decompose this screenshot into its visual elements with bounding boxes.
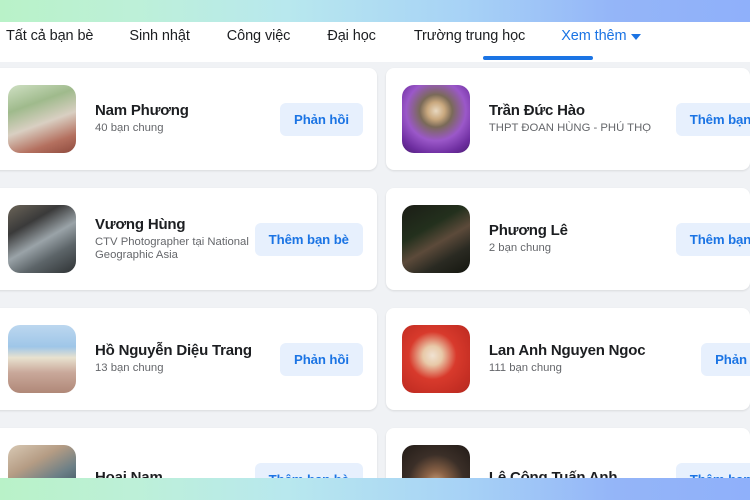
avatar[interactable] (8, 325, 76, 393)
tab-label: Công việc (226, 28, 291, 44)
respond-button[interactable]: Phản hồi (280, 342, 363, 376)
friend-card[interactable]: Vương Hùng CTV Photographer tại National… (0, 188, 377, 290)
friend-info: Trần Đức Hào THPT ĐOAN HÙNG - PHÚ THỌ (489, 102, 676, 136)
tab-label: Đại học (327, 28, 376, 44)
friend-info: Phương Lê 2 bạn chung (489, 222, 676, 256)
friend-card[interactable]: Nam Phương 40 bạn chung Phản hồi (0, 68, 377, 170)
friend-info: Nam Phương 40 bạn chung (95, 102, 280, 136)
avatar-image (401, 325, 470, 393)
action-slot: Phản hồi (280, 102, 363, 136)
add-friend-button[interactable]: Thêm bạn bè (254, 222, 363, 256)
suggestion-row: Hồ Nguyễn Diệu Trang 13 bạn chung Phản h… (0, 308, 750, 428)
friend-name: Lan Anh Nguyen Ngoc (488, 342, 646, 360)
active-tab-underline (483, 56, 593, 60)
top-gradient-band (0, 0, 750, 22)
friend-subtitle: 111 bạn chung (488, 362, 562, 375)
suggestion-row: Nam Phương 40 bạn chung Phản hồi Trần Đứ… (0, 68, 750, 188)
friend-info: Hồ Nguyễn Diệu Trang 13 bạn chung (95, 342, 280, 376)
friend-name: Vương Hùng (95, 215, 186, 233)
tab-university[interactable]: Đại học (327, 22, 376, 44)
avatar[interactable] (8, 205, 76, 273)
avatar[interactable] (8, 85, 76, 153)
avatar-image (8, 85, 76, 153)
friend-suggestions-list: Nam Phương 40 bạn chung Phản hồi Trần Đứ… (0, 62, 750, 500)
add-friend-button[interactable]: Thêm bạn bè (675, 222, 750, 256)
friends-filter-tabbar: Tất cả bạn bè Sinh nhật Công việc Đại họ… (0, 22, 750, 62)
avatar-image (401, 85, 470, 153)
action-slot: Phản hồi (701, 342, 750, 376)
friend-name: Phương Lê (488, 222, 568, 240)
bottom-gradient-band (0, 478, 750, 500)
friend-card[interactable]: Phương Lê 2 bạn chung Thêm bạn bè (385, 188, 750, 290)
tab-label: Xem thêm (561, 28, 627, 44)
action-slot: Thêm bạn bè (675, 222, 750, 256)
tab-work[interactable]: Công việc (227, 22, 291, 44)
tab-all-friends[interactable]: Tất cả bạn bè (6, 22, 93, 44)
friend-subtitle: 2 bạn chung (488, 242, 552, 255)
chevron-down-icon (631, 34, 642, 40)
tab-high-school[interactable]: Trường trung học (414, 22, 525, 44)
avatar[interactable] (401, 325, 470, 393)
friend-card[interactable]: Lan Anh Nguyen Ngoc 111 bạn chung Phản h… (385, 308, 750, 410)
friend-name: Hồ Nguyễn Diệu Trang (95, 342, 252, 360)
friend-name: Nam Phương (95, 102, 189, 120)
action-slot: Thêm bạn bè (675, 102, 750, 136)
respond-button[interactable]: Phản hồi (701, 342, 750, 376)
tab-see-more[interactable]: Xem thêm (561, 22, 642, 44)
friend-subtitle: 40 bạn chung (95, 122, 164, 135)
friend-info: Lan Anh Nguyen Ngoc 111 bạn chung (489, 342, 701, 376)
suggestion-row: Vương Hùng CTV Photographer tại National… (0, 188, 750, 308)
friend-info: Vương Hùng CTV Photographer tại National… (95, 216, 255, 263)
avatar[interactable] (401, 85, 470, 153)
avatar-image (8, 205, 76, 273)
avatar-image (8, 325, 76, 393)
friend-card[interactable]: Hồ Nguyễn Diệu Trang 13 bạn chung Phản h… (0, 308, 377, 410)
friend-card[interactable]: Trần Đức Hào THPT ĐOAN HÙNG - PHÚ THỌ Th… (385, 68, 750, 170)
friend-subtitle: 13 bạn chung (95, 362, 164, 375)
add-friend-button[interactable]: Thêm bạn bè (675, 102, 750, 136)
respond-button[interactable]: Phản hồi (280, 102, 363, 136)
tab-label: Trường trung học (413, 28, 526, 44)
tab-label: Tất cả bạn bè (6, 28, 94, 44)
friend-subtitle: THPT ĐOAN HÙNG - PHÚ THỌ (488, 122, 652, 135)
tab-birthdays[interactable]: Sinh nhật (129, 22, 189, 44)
friend-subtitle: CTV Photographer tại National Geographic… (95, 235, 249, 262)
action-slot: Thêm bạn bè (254, 222, 363, 256)
avatar-image (401, 205, 470, 273)
avatar[interactable] (401, 205, 470, 273)
tab-label: Sinh nhật (129, 28, 190, 44)
action-slot: Phản hồi (280, 342, 363, 376)
friend-name: Trần Đức Hào (488, 102, 585, 120)
